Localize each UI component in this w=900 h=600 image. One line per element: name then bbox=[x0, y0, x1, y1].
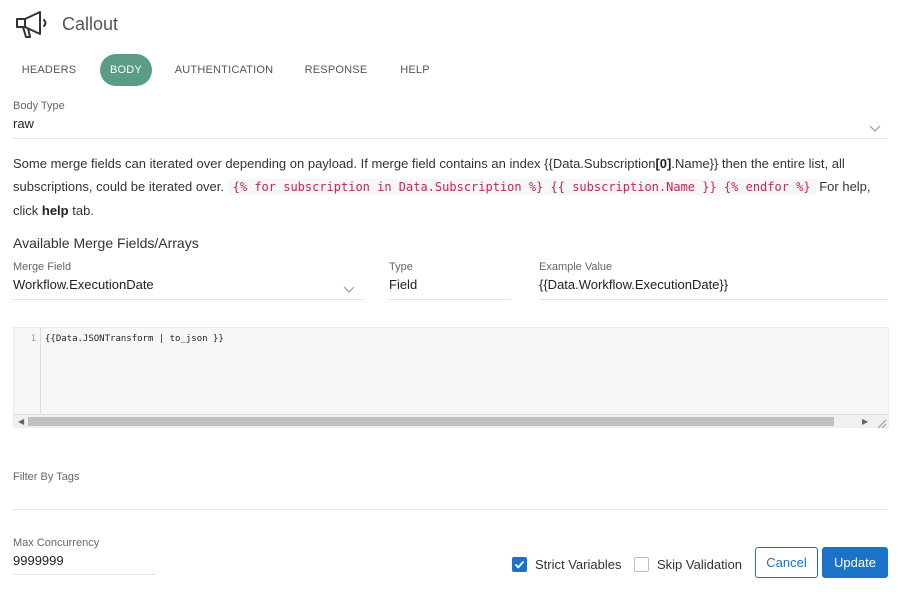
body-type-underline bbox=[13, 138, 888, 139]
tab-body[interactable]: BODY bbox=[100, 54, 152, 86]
example-value-label: Example Value bbox=[539, 261, 613, 273]
type-label: Type bbox=[389, 261, 413, 273]
merge-info-text: Some merge fields can iterated over depe… bbox=[13, 156, 871, 218]
chevron-down-icon[interactable] bbox=[869, 120, 881, 132]
example-value: {{Data.Workflow.ExecutionDate}} bbox=[539, 277, 729, 292]
type-underline bbox=[389, 299, 511, 300]
page-title: Callout bbox=[62, 14, 119, 34]
code-editor[interactable]: 1 {{Data.JSONTransform | to_json }} ◀ ▶ bbox=[13, 327, 889, 429]
tab-headers[interactable]: HEADERS bbox=[14, 54, 84, 86]
cancel-button[interactable]: Cancel bbox=[755, 547, 818, 578]
tab-response[interactable]: RESPONSE bbox=[296, 54, 376, 86]
chevron-down-icon[interactable] bbox=[343, 281, 355, 293]
filter-tags-label: Filter By Tags bbox=[13, 471, 80, 483]
skip-validation-label: Skip Validation bbox=[657, 557, 743, 572]
max-concurrency-input[interactable]: 9999999 bbox=[13, 553, 64, 568]
example-value-underline bbox=[539, 299, 888, 300]
max-concurrency-label: Max Concurrency bbox=[13, 537, 100, 549]
filter-tags-underline bbox=[13, 509, 888, 510]
editor-gutter: 1 bbox=[14, 328, 41, 414]
filter-tags-input[interactable] bbox=[13, 487, 888, 507]
skip-validation-checkbox[interactable] bbox=[634, 557, 649, 572]
merge-field-label: Merge Field bbox=[13, 261, 72, 273]
merge-field-select[interactable]: Workflow.ExecutionDate bbox=[13, 277, 154, 292]
megaphone-icon bbox=[14, 8, 50, 40]
max-concurrency-underline bbox=[13, 574, 156, 575]
type-value: Field bbox=[389, 277, 418, 292]
scroll-right-icon[interactable]: ▶ bbox=[862, 415, 868, 428]
help-bold: help bbox=[41, 203, 69, 218]
code-line[interactable]: {{Data.JSONTransform | to_json }} bbox=[45, 334, 224, 344]
scroll-left-icon[interactable]: ◀ bbox=[18, 415, 24, 428]
merge-field-underline bbox=[13, 299, 363, 300]
update-button[interactable]: Update bbox=[822, 547, 888, 578]
resize-handle-icon[interactable] bbox=[876, 416, 887, 434]
loop-code-snippet: {% for subscription in Data.Subscription… bbox=[227, 179, 816, 195]
tab-authentication[interactable]: AUTHENTICATION bbox=[168, 54, 280, 86]
body-type-label: Body Type bbox=[13, 100, 65, 112]
line-number: 1 bbox=[30, 334, 36, 344]
scrollbar-thumb[interactable] bbox=[28, 417, 834, 426]
strict-variables-checkbox[interactable] bbox=[512, 557, 527, 572]
index-bold: [0] bbox=[655, 156, 672, 171]
horizontal-scrollbar[interactable]: ◀ ▶ bbox=[14, 414, 888, 429]
tab-help[interactable]: HELP bbox=[392, 54, 438, 86]
merge-section-title: Available Merge Fields/Arrays bbox=[13, 235, 199, 251]
body-type-select[interactable]: raw bbox=[13, 116, 34, 131]
strict-variables-label: Strict Variables bbox=[535, 557, 622, 572]
